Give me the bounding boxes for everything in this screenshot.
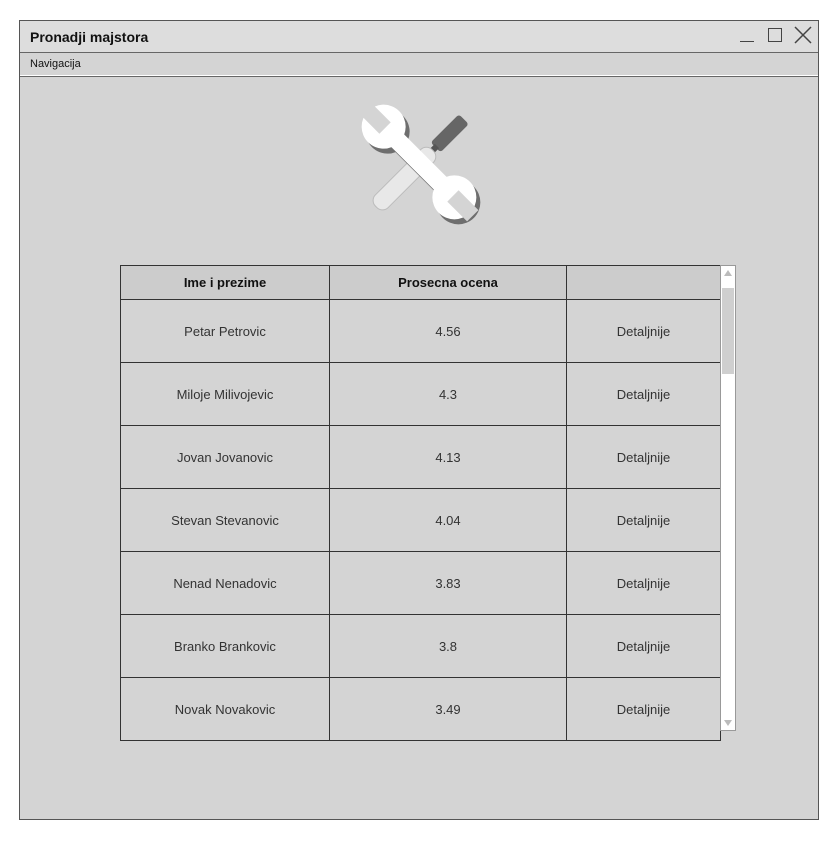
table-row: Miloje Milivojevic 4.3 Detaljnije <box>120 362 721 426</box>
table-row: Jovan Jovanovic 4.13 Detaljnije <box>120 425 721 489</box>
cell-rating: 4.04 <box>329 488 567 552</box>
minimize-icon[interactable] <box>738 26 756 44</box>
cell-name: Branko Brankovic <box>120 614 330 678</box>
cell-name: Miloje Milivojevic <box>120 362 330 426</box>
craftsmen-table: Ime i prezime Prosecna ocena Petar Petro… <box>120 265 721 741</box>
maximize-icon[interactable] <box>766 26 784 44</box>
table-row: Nenad Nenadovic 3.83 Detaljnije <box>120 551 721 615</box>
column-header-rating: Prosecna ocena <box>329 265 567 300</box>
table-row: Stevan Stevanovic 4.04 Detaljnije <box>120 488 721 552</box>
cell-name: Stevan Stevanovic <box>120 488 330 552</box>
craftsmen-table-grid: Ime i prezime Prosecna ocena Petar Petro… <box>120 265 721 741</box>
cell-rating: 4.13 <box>329 425 567 489</box>
details-link[interactable]: Detaljnije <box>566 614 721 678</box>
menu-item-navigacija[interactable]: Navigacija <box>30 58 81 70</box>
details-link[interactable]: Detaljnije <box>566 362 721 426</box>
menu-bar: Navigacija <box>20 53 818 77</box>
window-controls <box>738 26 812 44</box>
cell-rating: 3.8 <box>329 614 567 678</box>
cell-rating: 3.49 <box>329 677 567 741</box>
scrollbar-thumb[interactable] <box>722 288 734 374</box>
scroll-down-arrow-icon[interactable] <box>724 720 732 726</box>
details-link[interactable]: Detaljnije <box>566 677 721 741</box>
column-header-name: Ime i prezime <box>120 265 330 300</box>
window-title: Pronadji majstora <box>30 29 149 45</box>
table-row: Novak Novakovic 3.49 Detaljnije <box>120 677 721 741</box>
cell-name: Nenad Nenadovic <box>120 551 330 615</box>
details-link[interactable]: Detaljnije <box>566 425 721 489</box>
cell-name: Novak Novakovic <box>120 677 330 741</box>
scroll-up-arrow-icon[interactable] <box>724 270 732 276</box>
table-row: Petar Petrovic 4.56 Detaljnije <box>120 299 721 363</box>
table-scrollbar[interactable] <box>720 265 736 731</box>
details-link[interactable]: Detaljnije <box>566 551 721 615</box>
details-link[interactable]: Detaljnije <box>566 488 721 552</box>
cell-rating: 3.83 <box>329 551 567 615</box>
table-header-row: Ime i prezime Prosecna ocena <box>120 265 721 300</box>
wrench-screwdriver-icon <box>359 102 481 225</box>
app-window: Pronadji majstora Navigacija Ime i prezi… <box>19 20 819 820</box>
cell-rating: 4.56 <box>329 299 567 363</box>
table-row: Branko Brankovic 3.8 Detaljnije <box>120 614 721 678</box>
close-icon[interactable] <box>794 26 812 44</box>
title-bar: Pronadji majstora <box>20 21 818 53</box>
cell-name: Petar Petrovic <box>120 299 330 363</box>
details-link[interactable]: Detaljnije <box>566 299 721 363</box>
cell-rating: 4.3 <box>329 362 567 426</box>
cell-name: Jovan Jovanovic <box>120 425 330 489</box>
column-header-action <box>566 265 721 300</box>
